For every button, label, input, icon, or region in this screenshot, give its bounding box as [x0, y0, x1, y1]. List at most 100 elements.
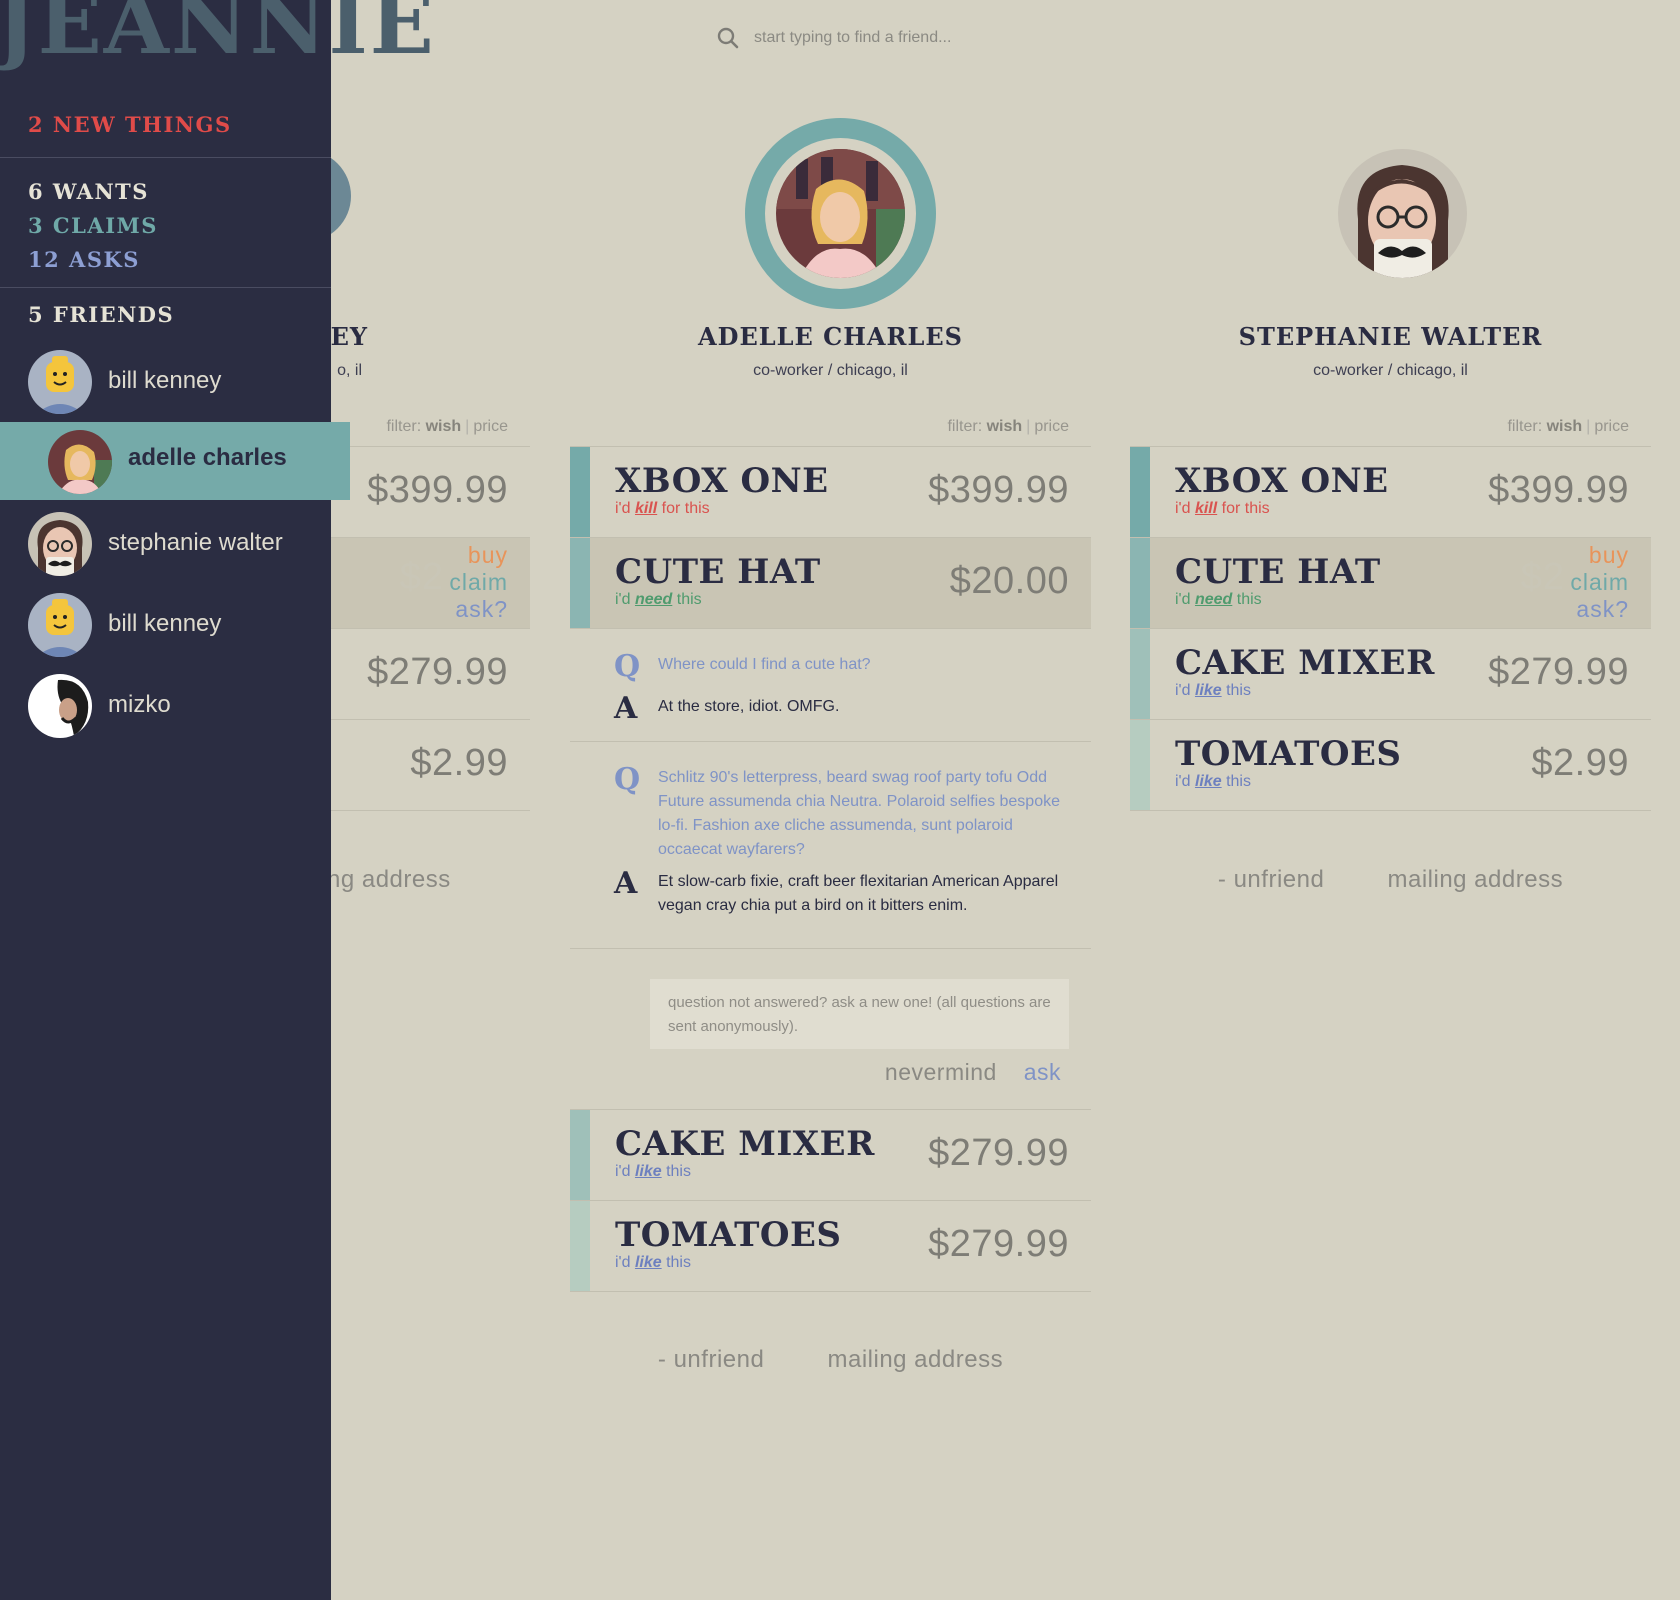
nevermind-button[interactable]: nevermind: [885, 1059, 997, 1085]
item-name: CUTE HAT: [1175, 552, 1381, 592]
ask-link[interactable]: ask?: [1570, 596, 1629, 623]
avatar: [28, 593, 92, 657]
priority-bar: [570, 1110, 590, 1200]
answer: A Et slow-carb fixie, craft beer flexita…: [614, 866, 1059, 914]
item-desire: i'd need this: [1175, 591, 1262, 608]
sidebar-friend[interactable]: bill kenney: [0, 341, 331, 419]
wish-item[interactable]: TOMATOES i'd like this $2.99: [1130, 720, 1651, 811]
qa-entry: Q Where could I find a cute hat? A At th…: [570, 629, 1091, 742]
claim-link[interactable]: claim: [449, 569, 508, 596]
wish-item[interactable]: CAKE MIXER i'd like this $279.99: [1130, 629, 1651, 720]
qa-entry: Q Schlitz 90's letterpress, beard swag r…: [570, 742, 1091, 949]
wish-item[interactable]: XBOX ONE i'd kill for this $399.99: [1130, 447, 1651, 538]
stats-list: 6 WANTS 3 CLAIMS 12 ASKS: [28, 175, 158, 277]
friend-name: ADELLE CHARLES: [698, 322, 963, 351]
item-desire: i'd need this: [615, 591, 702, 608]
item-actions: $2 buy claim ask?: [400, 542, 508, 623]
divider: [0, 157, 331, 158]
wish-item[interactable]: XBOX ONE i'd kill for this $399.99: [570, 447, 1091, 538]
ask-question-field[interactable]: question not answered? ask a new one! (a…: [650, 979, 1069, 1049]
item-price: $279.99: [1488, 651, 1629, 693]
wish-item[interactable]: TOMATOES i'd like this $279.99: [570, 1201, 1091, 1292]
item-name: CAKE MIXER: [1175, 643, 1435, 683]
sidebar-friend-selected[interactable]: adelle charles: [0, 422, 350, 500]
item-name: XBOX ONE: [1175, 461, 1389, 501]
item-desire: i'd like this: [615, 1254, 691, 1271]
item-price: $20.00: [949, 560, 1069, 602]
filter-price[interactable]: price: [473, 418, 508, 435]
filter-wish[interactable]: wish: [426, 418, 462, 435]
item-price: $399.99: [928, 469, 1069, 511]
sidebar-friend[interactable]: mizko: [0, 665, 331, 743]
wish-item[interactable]: CUTE HAT i'd need this $20.00: [570, 538, 1091, 629]
wish-item[interactable]: CAKE MIXER i'd like this $279.99: [570, 1110, 1091, 1201]
avatar[interactable]: [1338, 149, 1467, 278]
item-name: CAKE MIXER: [615, 1124, 875, 1164]
buy-link[interactable]: buy: [1570, 542, 1629, 569]
question: Q Schlitz 90's letterpress, beard swag r…: [614, 762, 1060, 858]
avatar[interactable]: [745, 118, 936, 309]
search-bar: [716, 22, 1074, 54]
claim-link[interactable]: claim: [1570, 569, 1629, 596]
filter-wish[interactable]: wish: [1547, 418, 1583, 435]
divider: [0, 287, 331, 288]
item-price: $399.99: [367, 469, 508, 511]
item-price: $2.99: [410, 742, 508, 784]
sidebar-friend[interactable]: stephanie walter: [0, 503, 331, 581]
avatar: [28, 350, 92, 414]
app-logo[interactable]: JEANNIE: [0, 0, 436, 73]
friend-name: STEPHANIE WALTER: [1238, 322, 1543, 351]
ask-buttons: nevermind ask: [570, 1049, 1091, 1109]
sidebar: JEANNIE 2 NEW THINGS 6 WANTS 3 CLAIMS 12…: [0, 0, 434, 1600]
friend-footer: - unfriend mailing address: [1130, 866, 1651, 894]
item-desire: i'd like this: [615, 1163, 691, 1180]
wants-link[interactable]: 6 WANTS: [28, 175, 158, 209]
priority-bar: [1130, 447, 1150, 537]
friend-subtitle: co-worker / chicago, il: [1313, 362, 1468, 379]
friend-name: stephanie walter: [108, 529, 283, 556]
friend-name: mizko: [108, 691, 171, 718]
item-actions: $2 buy claim ask?: [1521, 542, 1629, 623]
item-price: $2: [399, 556, 444, 598]
filter-price[interactable]: price: [1594, 418, 1629, 435]
friend-name: adelle charles: [128, 444, 287, 471]
item-desire: i'd kill for this: [1175, 500, 1270, 517]
wish-item[interactable]: CUTE HAT i'd need this $2 buy claim ask?: [1130, 538, 1651, 629]
search-icon[interactable]: [716, 26, 740, 50]
wish-list: XBOX ONE i'd kill for this $399.99 CUTE …: [570, 446, 1091, 1292]
item-price: $2.99: [1531, 742, 1629, 784]
friend-name: bill kenney: [108, 367, 222, 394]
mailing-address-link[interactable]: mailing address: [1387, 866, 1563, 893]
friends-header: 5 FRIENDS: [28, 302, 175, 327]
item-price: $2: [1520, 556, 1565, 598]
priority-bar: [1130, 629, 1150, 719]
new-things-link[interactable]: 2 NEW THINGS: [28, 112, 232, 137]
avatar-photo: [776, 149, 905, 278]
item-price: $279.99: [367, 651, 508, 693]
item-desire: i'd like this: [1175, 773, 1251, 790]
asks-link[interactable]: 12 ASKS: [28, 243, 158, 277]
filter-controls: filter: wish | price: [947, 418, 1069, 435]
filter-price[interactable]: price: [1034, 418, 1069, 435]
item-name: TOMATOES: [615, 1215, 842, 1255]
priority-bar: [1130, 538, 1150, 628]
ask-question-panel: question not answered? ask a new one! (a…: [570, 979, 1091, 1110]
claims-link[interactable]: 3 CLAIMS: [28, 209, 158, 243]
friend-subtitle: co-worker / chicago, il: [753, 362, 908, 379]
ask-link[interactable]: ask?: [449, 596, 508, 623]
ask-button[interactable]: ask: [1024, 1059, 1061, 1085]
item-name: TOMATOES: [1175, 734, 1402, 774]
item-name: CUTE HAT: [615, 552, 821, 592]
mailing-address-link[interactable]: mailing address: [827, 1346, 1003, 1373]
mailing-address-link[interactable]: ng address: [327, 866, 451, 893]
buy-link[interactable]: buy: [449, 542, 508, 569]
filter-controls: filter: wish | price: [1507, 418, 1629, 435]
search-input[interactable]: [754, 29, 1074, 47]
item-price: $279.99: [928, 1132, 1069, 1174]
filter-wish[interactable]: wish: [987, 418, 1023, 435]
sidebar-friend[interactable]: bill kenney: [0, 584, 331, 662]
unfriend-link[interactable]: - unfriend: [1218, 866, 1324, 893]
unfriend-link[interactable]: - unfriend: [658, 1346, 764, 1373]
avatar: [48, 430, 112, 494]
item-desire: i'd kill for this: [615, 500, 710, 517]
